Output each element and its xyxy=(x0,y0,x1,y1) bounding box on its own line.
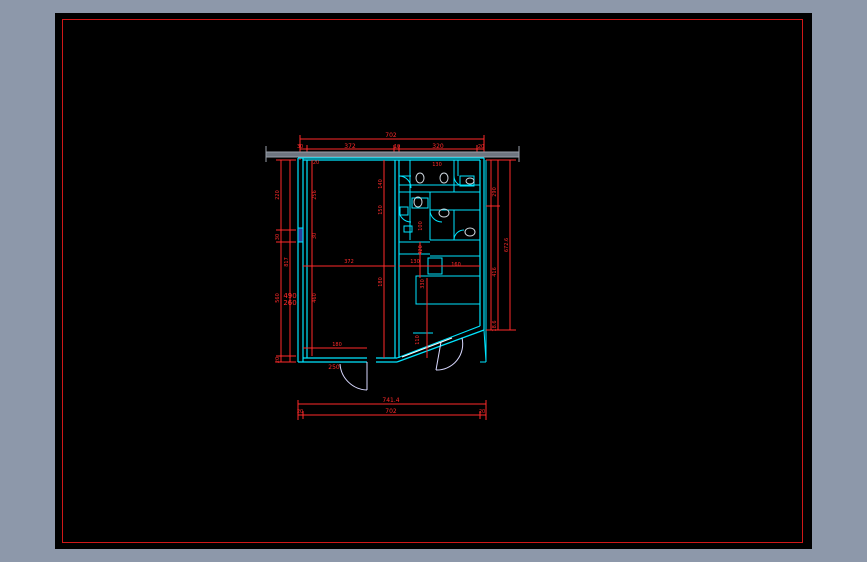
dim-bottom-total: 741.4 xyxy=(382,397,399,404)
outer-walls xyxy=(297,157,485,363)
dim-top-seg-2: 320 xyxy=(432,143,444,150)
dim-inner-height: 180 xyxy=(378,277,384,287)
dim-left-4: 560 xyxy=(275,293,281,303)
dim-door-width-2: 250 xyxy=(328,364,340,371)
dim-left-big-2: 260 xyxy=(283,299,296,307)
dim-inner-left-2: 30 xyxy=(312,233,318,239)
dim-angled-1: 110 xyxy=(415,335,421,345)
dim-bottom-right: 20 xyxy=(479,409,485,415)
dim-right-lower: 416 xyxy=(492,267,498,277)
dim-top-offset-mid: 10 xyxy=(394,144,400,150)
top-beam xyxy=(265,151,520,158)
dim-toilet-width: 130 xyxy=(432,162,442,168)
floor-plan-drawing: 702 372 320 30 10 20 20 130 220 30 817 5… xyxy=(265,132,520,420)
dim-door-width: 180 xyxy=(332,342,342,348)
entrance-door xyxy=(339,362,368,391)
dim-wc-height-1: 140 xyxy=(378,179,384,189)
dim-wc-height-2: 150 xyxy=(378,205,384,215)
dim-right-small: 18.6 xyxy=(492,320,498,331)
dim-bottom-left: 20 xyxy=(297,409,303,415)
dim-left-1: 220 xyxy=(275,190,281,200)
dim-top-total: 702 xyxy=(385,132,397,139)
dim-angled-2: 420 xyxy=(418,245,424,255)
dim-left-3: 817 xyxy=(284,257,290,267)
dim-wc-height-3: 100 xyxy=(418,221,424,231)
left-window xyxy=(297,227,304,243)
dim-top-offset-right: 20 xyxy=(478,144,484,150)
dim-right-total: 672.6 xyxy=(504,238,510,252)
dim-inner-width-2: 130 xyxy=(410,259,420,265)
dim-inner-left-3: 460 xyxy=(312,293,318,303)
dim-left-2: 30 xyxy=(275,234,281,240)
dim-corridor-depth: 330 xyxy=(420,279,426,289)
dim-left-bottom: 20 xyxy=(275,357,281,363)
dim-top-offset-start: 30 xyxy=(297,144,303,150)
dim-inner-left-1: 256 xyxy=(312,190,318,200)
dim-top-offset-left: 20 xyxy=(313,160,319,166)
dim-top-seg-1: 372 xyxy=(344,143,356,150)
dim-inner-width: 372 xyxy=(344,259,354,265)
dim-right-upper: 290 xyxy=(492,187,498,197)
dim-corridor-height: 160 xyxy=(451,262,461,268)
dim-bottom-inner: 702 xyxy=(385,408,397,415)
